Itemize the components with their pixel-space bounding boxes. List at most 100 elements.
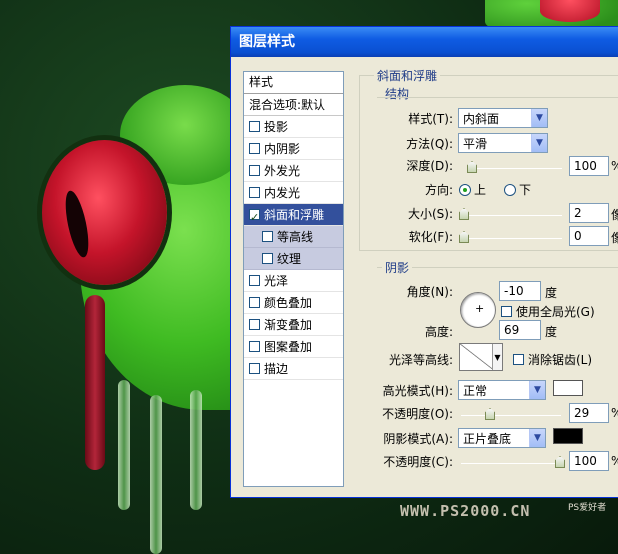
size-unit: 像	[611, 208, 618, 222]
highlight-opacity-slider[interactable]	[461, 408, 561, 420]
dialog-title[interactable]: 图层样式	[231, 27, 618, 57]
style-item-label: 等高线	[277, 229, 314, 244]
technique-select-value: 平滑	[463, 136, 488, 151]
chevron-down-icon[interactable]: ▼	[529, 429, 545, 447]
style-label: 样式(T):	[408, 111, 453, 126]
style-item[interactable]: 描边	[244, 358, 343, 380]
shadow-opacity-slider[interactable]	[461, 456, 565, 468]
size-row: 大小(S):	[377, 205, 453, 222]
direction-down-label[interactable]: 下	[519, 181, 531, 198]
depth-input[interactable]: 100	[569, 156, 609, 176]
style-item[interactable]: 纹理	[244, 248, 343, 270]
style-item-checkbox[interactable]	[262, 231, 273, 242]
soften-unit: 像	[611, 231, 618, 245]
angle-row: 角度(N):	[377, 283, 453, 300]
style-item-checkbox[interactable]	[249, 165, 260, 176]
style-item-label: 颜色叠加	[264, 295, 313, 310]
technique-label: 方法(Q):	[406, 136, 453, 151]
chevron-down-icon[interactable]: ▼	[531, 109, 547, 127]
highlight-mode-select[interactable]: 正常 ▼	[458, 380, 546, 400]
style-item[interactable]: 等高线	[244, 226, 343, 248]
style-list: 样式 混合选项:默认 投影内阴影外发光内发光斜面和浮雕等高线纹理光泽颜色叠加渐变…	[243, 71, 344, 487]
blend-options-item[interactable]: 混合选项:默认	[244, 94, 343, 116]
green-drip	[190, 390, 202, 510]
highlight-color-swatch[interactable]	[553, 380, 583, 396]
style-item-checkbox[interactable]	[249, 297, 260, 308]
antialias-row: 消除锯齿(L)	[513, 351, 592, 368]
style-item-checkbox[interactable]	[262, 253, 273, 264]
style-item-checkbox[interactable]	[249, 207, 260, 229]
style-item[interactable]: 内阴影	[244, 138, 343, 160]
style-item-checkbox[interactable]	[249, 275, 260, 286]
soften-slider[interactable]	[459, 231, 562, 243]
size-label: 大小(S):	[407, 207, 453, 221]
shadow-opacity-unit: %	[611, 454, 618, 468]
chevron-down-icon[interactable]: ▼	[531, 134, 547, 152]
shadow-opacity-input[interactable]: 100	[569, 451, 609, 471]
angle-unit: 度	[545, 286, 558, 300]
top-red-eye	[540, 0, 600, 22]
soften-label: 软化(F):	[408, 230, 453, 244]
structure-title: 结构	[382, 85, 413, 102]
shadow-color-swatch[interactable]	[553, 428, 583, 444]
style-item[interactable]: 颜色叠加	[244, 292, 343, 314]
angle-input[interactable]: -10	[499, 281, 541, 301]
watermark-site: PS爱好者	[568, 503, 607, 513]
style-item[interactable]: 内发光	[244, 182, 343, 204]
highlight-opacity-input[interactable]: 29	[569, 403, 609, 423]
chevron-down-icon[interactable]: ▼	[492, 344, 502, 370]
global-light-checkbox[interactable]	[501, 306, 512, 317]
style-item-label: 图案叠加	[264, 339, 313, 354]
direction-up-radio[interactable]	[459, 183, 471, 196]
size-slider[interactable]	[459, 208, 562, 220]
style-item-label: 光泽	[264, 273, 289, 288]
style-item-checkbox[interactable]	[249, 143, 260, 154]
gloss-contour-picker[interactable]: ▼	[459, 343, 503, 371]
style-item-label: 内阴影	[264, 141, 301, 156]
bevel-section-title: 斜面和浮雕	[374, 67, 441, 84]
antialias-label[interactable]: 消除锯齿(L)	[528, 351, 592, 368]
style-item-label: 斜面和浮雕	[264, 207, 325, 222]
altitude-input[interactable]: 69	[499, 320, 541, 340]
shadow-mode-select[interactable]: 正片叠底 ▼	[458, 428, 546, 448]
style-item-checkbox[interactable]	[249, 121, 260, 132]
depth-slider[interactable]	[467, 161, 562, 173]
style-item-label: 投影	[264, 119, 289, 134]
style-select-value: 内斜面	[463, 111, 500, 126]
style-item[interactable]: 光泽	[244, 270, 343, 292]
shadow-mode-label: 阴影模式(A):	[383, 431, 453, 446]
style-item[interactable]: 投影	[244, 116, 343, 138]
technique-row: 方法(Q): 平滑 ▼	[377, 133, 548, 153]
altitude-label: 高度:	[424, 325, 453, 339]
shadow-opacity-row: 不透明度(C):	[377, 453, 453, 470]
gloss-contour-row: 光泽等高线:	[377, 351, 453, 368]
style-item[interactable]: 渐变叠加	[244, 314, 343, 336]
global-light-row: 使用全局光(G)	[501, 303, 595, 320]
structure-divider	[377, 97, 618, 98]
style-item-checkbox[interactable]	[249, 319, 260, 330]
chevron-down-icon[interactable]: ▼	[529, 381, 545, 399]
style-item-checkbox[interactable]	[249, 341, 260, 352]
highlight-mode-value: 正常	[463, 383, 488, 398]
angle-dial[interactable]	[460, 292, 496, 328]
style-item-checkbox[interactable]	[249, 187, 260, 198]
frog-eye	[42, 140, 167, 285]
direction-row: 方向: 上 下	[377, 181, 531, 198]
style-item[interactable]: 斜面和浮雕	[244, 204, 343, 229]
depth-row: 深度(D):	[377, 157, 453, 174]
style-item-label: 纹理	[277, 251, 302, 266]
style-select[interactable]: 内斜面 ▼	[458, 108, 548, 128]
global-light-label[interactable]: 使用全局光(G)	[516, 303, 595, 320]
size-input[interactable]: 2	[569, 203, 609, 223]
style-item-checkbox[interactable]	[249, 363, 260, 374]
red-drip	[85, 295, 105, 470]
technique-select[interactable]: 平滑 ▼	[458, 133, 548, 153]
shadow-mode-value: 正片叠底	[463, 431, 512, 446]
soften-input[interactable]: 0	[569, 226, 609, 246]
style-item[interactable]: 外发光	[244, 160, 343, 182]
direction-up-label[interactable]: 上	[474, 181, 486, 198]
style-list-header[interactable]: 样式	[244, 72, 343, 94]
antialias-checkbox[interactable]	[513, 354, 524, 365]
style-item[interactable]: 图案叠加	[244, 336, 343, 358]
direction-down-radio[interactable]	[504, 183, 517, 196]
